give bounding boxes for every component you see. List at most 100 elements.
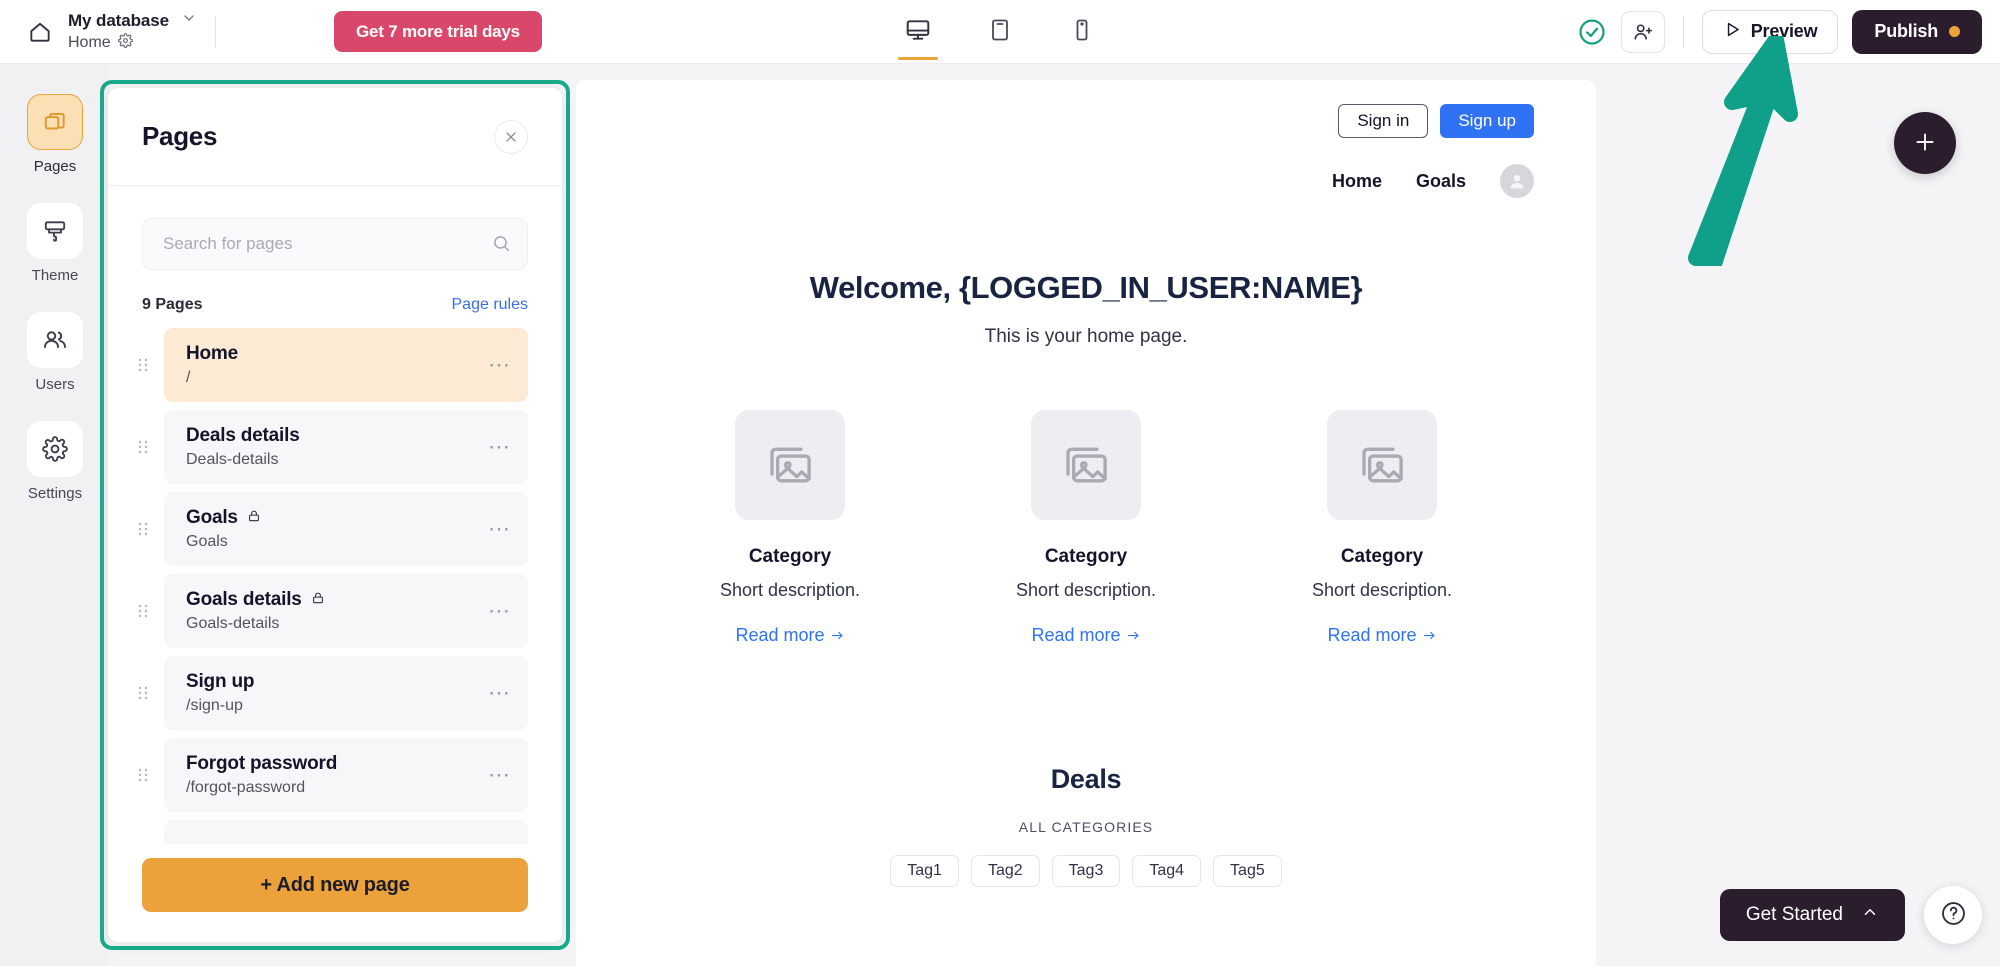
page-subtitle: This is your home page.: [984, 326, 1188, 347]
add-new-page-button[interactable]: + Add new page: [142, 858, 528, 912]
play-icon: [1723, 20, 1742, 44]
app-root: My database Home Get 7 more trial days P…: [0, 0, 2000, 966]
sidebar-item-settings[interactable]: Settings: [27, 421, 83, 502]
tag-chip[interactable]: Tag5: [1213, 855, 1282, 887]
tag-chip[interactable]: Tag4: [1132, 855, 1202, 887]
help-button[interactable]: [1924, 886, 1982, 944]
page-item-menu-icon[interactable]: ⋯: [488, 518, 512, 540]
page-list-item-goals[interactable]: Goals Goals ⋯: [164, 492, 528, 566]
publish-button[interactable]: Publish: [1852, 9, 1982, 54]
sign-up-button[interactable]: Sign up: [1440, 104, 1534, 138]
read-more-link[interactable]: Read more: [1327, 625, 1436, 646]
device-tablet-button[interactable]: [978, 8, 1022, 64]
category-card[interactable]: Category Short description. Read more: [684, 410, 896, 646]
page-item-name: Home: [186, 343, 238, 364]
nav-link-goals[interactable]: Goals: [1416, 171, 1466, 192]
nav-link-home[interactable]: Home: [1332, 171, 1382, 192]
image-placeholder-icon: [1327, 410, 1437, 520]
topbar-divider-left: [214, 15, 216, 48]
sidebar-item-theme[interactable]: Theme: [27, 203, 83, 284]
close-icon[interactable]: [494, 119, 528, 154]
sidebar-item-pages[interactable]: Pages: [27, 94, 83, 175]
trial-days-button[interactable]: Get 7 more trial days: [333, 11, 542, 52]
drag-handle-icon[interactable]: [132, 738, 154, 812]
search-input[interactable]: [142, 218, 528, 270]
page-rules-link[interactable]: Page rules: [452, 296, 529, 314]
device-desktop-button[interactable]: [896, 8, 940, 64]
page-item-text: Sign up /sign-up: [186, 671, 254, 715]
drag-handle-icon[interactable]: [132, 492, 154, 566]
page-item-name: Goals details: [186, 589, 302, 610]
page-item-name-row: Forgot password: [186, 753, 337, 775]
page-item-name: Forgot password: [186, 753, 338, 774]
get-started-button[interactable]: Get Started: [1719, 889, 1905, 941]
page-item-menu-icon[interactable]: ⋯: [488, 436, 512, 458]
database-breadcrumb: My database Home: [68, 10, 197, 53]
sidebar-item-label: Pages: [33, 158, 77, 175]
home-icon[interactable]: [18, 10, 62, 54]
page-item-menu-icon[interactable]: ⋯: [488, 682, 512, 704]
canvas-scrollbar[interactable]: [1586, 80, 1594, 966]
page-item-menu-icon[interactable]: ⋯: [488, 354, 512, 376]
drag-handle-icon[interactable]: [132, 410, 154, 484]
category-card-title: Category: [748, 546, 832, 567]
page-item-name: Goals: [186, 507, 238, 528]
chevron-down-icon[interactable]: [181, 10, 197, 31]
canvas-area: Sign in Sign up Home Goals Welcome, {LOG…: [570, 64, 2000, 966]
category-card[interactable]: Category Short description. Read more: [980, 410, 1192, 646]
page-item-name-row: Goals: [186, 507, 261, 529]
read-more-label: Read more: [735, 625, 825, 645]
tag-chip[interactable]: Tag1: [890, 855, 959, 887]
preview-button[interactable]: Preview: [1701, 9, 1839, 54]
lock-icon: [247, 509, 261, 528]
sidebar-item-users[interactable]: Users: [27, 312, 83, 393]
page-list-item-sign-up[interactable]: Sign up /sign-up ⋯: [164, 656, 528, 730]
image-placeholder-icon: [1031, 410, 1141, 520]
gear-icon[interactable]: [117, 33, 133, 53]
page-list-item-forgot-password[interactable]: Forgot password /forgot-password ⋯: [164, 738, 528, 812]
brush-icon: [27, 203, 83, 259]
search-icon[interactable]: [491, 233, 512, 259]
category-card-description: Short description.: [1015, 580, 1157, 600]
check-circle-icon: [1577, 17, 1607, 47]
lock-icon: [311, 591, 325, 610]
read-more-link[interactable]: Read more: [735, 625, 844, 646]
pages-panel-footer: + Add new page: [108, 844, 562, 942]
drag-handle-icon[interactable]: [132, 656, 154, 730]
page-list-item-goals-details[interactable]: Goals details Goals-details ⋯: [164, 574, 528, 648]
database-selector[interactable]: My database: [68, 10, 197, 31]
list-item: Goals Goals ⋯: [132, 492, 528, 566]
page-item-path: Goals: [186, 533, 228, 550]
drag-handle-icon[interactable]: [132, 820, 154, 844]
avatar[interactable]: [1500, 164, 1534, 198]
add-user-icon[interactable]: [1620, 10, 1665, 53]
publish-status-dot: [1949, 26, 1960, 37]
device-mobile-button[interactable]: [1060, 8, 1104, 64]
page-item-text: Goals details Goals-details: [186, 589, 325, 633]
site-auth-buttons: Sign in Sign up: [638, 104, 1534, 138]
category-card[interactable]: Category Short description. Read more: [1276, 410, 1488, 646]
plus-icon: [1912, 129, 1938, 158]
page-list-item-partial[interactable]: [164, 820, 528, 844]
page-item-menu-icon[interactable]: ⋯: [488, 600, 512, 622]
drag-handle-icon[interactable]: [132, 328, 154, 402]
page-item-name-row: Sign up: [186, 671, 254, 693]
page-item-menu-icon[interactable]: ⋯: [488, 764, 512, 786]
list-item: Home / ⋯: [132, 328, 528, 402]
drag-handle-icon[interactable]: [132, 574, 154, 648]
site-header: Sign in Sign up Home Goals: [576, 80, 1596, 198]
category-card-description: Short description.: [719, 580, 861, 600]
gear-icon: [27, 421, 83, 477]
current-page-breadcrumb[interactable]: Home: [68, 33, 197, 53]
sign-in-button[interactable]: Sign in: [1338, 104, 1429, 138]
website-preview-canvas: Sign in Sign up Home Goals Welcome, {LOG…: [576, 80, 1596, 966]
tag-chip[interactable]: Tag2: [970, 855, 1040, 887]
read-more-link[interactable]: Read more: [1031, 625, 1140, 646]
page-list-item-deals-details[interactable]: Deals details Deals-details ⋯: [164, 410, 528, 484]
tag-chip[interactable]: Tag3: [1051, 855, 1121, 887]
add-element-button[interactable]: [1894, 112, 1956, 174]
pages-panel: Pages 9 Pages Page rules: [108, 88, 562, 942]
page-list-item-home[interactable]: Home / ⋯: [164, 328, 528, 402]
page-item-path: /sign-up: [186, 697, 243, 714]
deals-tags-row: Tag1 Tag2 Tag3 Tag4 Tag5: [576, 855, 1596, 887]
